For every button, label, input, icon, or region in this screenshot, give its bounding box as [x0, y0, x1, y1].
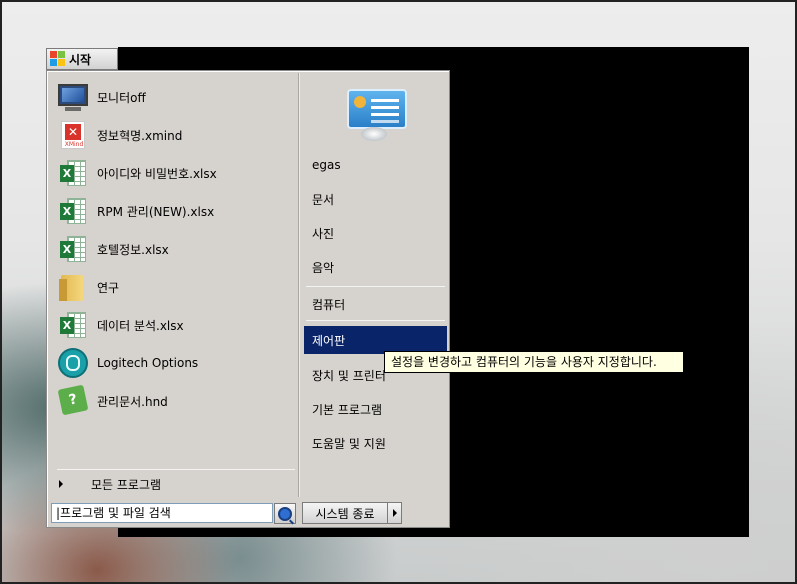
program-item-monitor-off[interactable]: 모니터off: [57, 79, 295, 115]
program-item-id-password-xlsx[interactable]: X 아이디와 비밀번호.xlsx: [57, 155, 295, 191]
program-item-logitech-options[interactable]: Logitech Options: [57, 345, 295, 381]
shutdown-options-button[interactable]: [388, 502, 402, 524]
program-label: 호텔정보.xlsx: [97, 242, 169, 257]
shutdown-button[interactable]: 시스템 종료: [302, 502, 388, 524]
places-pane: egas 문서 사진 음악 컴퓨터 제어판 장치 및 프린터 기본 프로그램 도…: [299, 73, 448, 497]
place-item-help-support[interactable]: 도움말 및 지원: [304, 429, 447, 457]
place-item-control-panel[interactable]: 제어판: [304, 326, 447, 354]
place-label: 도움말 및 지원: [312, 436, 386, 451]
program-item-research-folder[interactable]: 연구: [57, 269, 295, 305]
place-item-music[interactable]: 음악: [304, 253, 447, 281]
start-menu: 모니터off ✕ XMind 정보혁명.xmind X 아이디와 비밀번호.xls…: [46, 70, 450, 528]
place-item-documents[interactable]: 문서: [304, 185, 447, 213]
all-programs-label: 모든 프로그램: [91, 477, 162, 492]
start-button-label: 시작: [69, 52, 92, 67]
triangle-right-icon: [392, 509, 397, 517]
place-label: 컴퓨터: [312, 297, 346, 312]
program-label: 연구: [97, 280, 120, 295]
separator: [306, 320, 445, 321]
place-label: 기본 프로그램: [312, 402, 383, 417]
program-item-rpm-xlsx[interactable]: X RPM 관리(NEW).xlsx: [57, 193, 295, 229]
monitor-icon: [57, 81, 89, 113]
program-label: 모니터off: [97, 90, 146, 105]
place-item-default-programs[interactable]: 기본 프로그램: [304, 395, 447, 423]
program-label: 아이디와 비밀번호.xlsx: [97, 166, 217, 181]
logitech-icon: [57, 347, 89, 379]
separator: [57, 469, 295, 470]
programs-pane: 모니터off ✕ XMind 정보혁명.xmind X 아이디와 비밀번호.xls…: [49, 73, 298, 497]
folder-icon: [57, 271, 89, 303]
triangle-right-icon: [59, 480, 63, 488]
excel-file-icon: X: [57, 195, 89, 227]
excel-file-icon: X: [57, 157, 89, 189]
tooltip: 설정을 변경하고 컴퓨터의 기능을 사용자 지정합니다.: [384, 351, 684, 373]
search-input[interactable]: |프로그램 및 파일 검색: [51, 503, 273, 523]
program-label: 정보혁명.xmind: [97, 128, 183, 143]
program-item-data-analysis-xlsx[interactable]: X 데이터 분석.xlsx: [57, 307, 295, 343]
place-label: egas: [312, 158, 341, 172]
separator: [306, 286, 445, 287]
program-label: Logitech Options: [97, 356, 199, 370]
shutdown-label: 시스템 종료: [315, 506, 375, 521]
hnd-file-icon: ?: [57, 384, 89, 417]
xmind-file-icon: ✕ XMind: [57, 119, 89, 151]
place-label: 음악: [312, 260, 335, 275]
search-icon: [278, 506, 292, 521]
place-item-computer[interactable]: 컴퓨터: [304, 290, 447, 318]
place-label: 제어판: [312, 333, 346, 348]
search-button[interactable]: [274, 503, 296, 524]
place-label: 사진: [312, 226, 335, 241]
program-label: 관리문서.hnd: [97, 394, 168, 409]
control-panel-picture-icon[interactable]: [345, 83, 409, 141]
program-label: RPM 관리(NEW).xlsx: [97, 204, 215, 219]
place-item-pictures[interactable]: 사진: [304, 219, 447, 247]
excel-file-icon: X: [57, 233, 89, 265]
all-programs-button[interactable]: 모든 프로그램: [53, 473, 293, 495]
place-item-user[interactable]: egas: [304, 151, 447, 179]
excel-file-icon: X: [57, 309, 89, 341]
program-label: 데이터 분석.xlsx: [97, 318, 184, 333]
place-label: 문서: [312, 192, 335, 207]
program-item-xmind[interactable]: ✕ XMind 정보혁명.xmind: [57, 117, 295, 153]
place-label: 장치 및 프린터: [312, 368, 386, 383]
program-item-hotel-xlsx[interactable]: X 호텔정보.xlsx: [57, 231, 295, 267]
windows-logo-icon: [50, 51, 66, 67]
program-item-management-hnd[interactable]: ? 관리문서.hnd: [57, 383, 295, 419]
start-button[interactable]: 시작: [46, 48, 118, 70]
